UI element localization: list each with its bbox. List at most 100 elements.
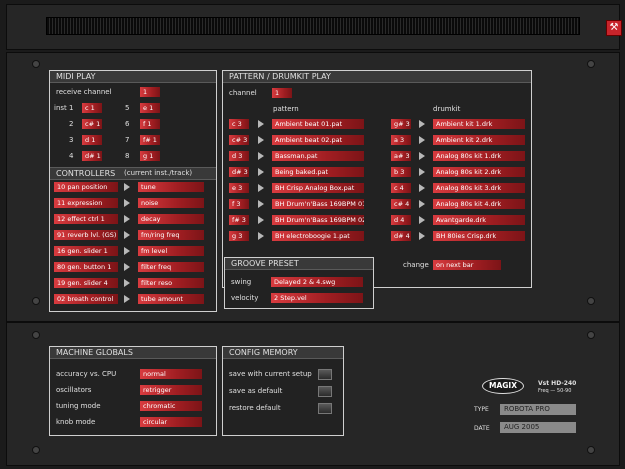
pattern-name[interactable]: BH Drum'n'Bass 169BPM 01 (272, 199, 364, 209)
restore-default-button[interactable] (318, 403, 332, 414)
play-icon[interactable] (419, 152, 425, 160)
arrow-right-icon (124, 215, 130, 223)
drumkit-name[interactable]: Analog 80s kit 1.drk (433, 151, 525, 161)
pattern-note[interactable]: e 3 (229, 183, 249, 193)
drumkit-header: drumkit (433, 105, 461, 113)
drumkit-name[interactable]: Ambient kit 2.drk (433, 135, 525, 145)
drumkit-name[interactable]: Ambient kit 1.drk (433, 119, 525, 129)
velocity-field[interactable]: 2 Step.vel (271, 293, 363, 303)
screw-icon (32, 331, 40, 339)
controller-source[interactable]: 16 gen. slider 1 (54, 246, 118, 256)
drumkit-note[interactable]: d# 4 (391, 231, 411, 241)
pattern-name[interactable]: BH Crisp Analog Box.pat (272, 183, 364, 193)
inst-note-field[interactable]: e 1 (140, 103, 160, 113)
play-icon[interactable] (258, 200, 264, 208)
drumkit-note[interactable]: b 3 (391, 167, 411, 177)
controller-target[interactable]: filter reso (138, 278, 204, 288)
controller-source[interactable]: 19 gen. slider 4 (54, 278, 118, 288)
play-icon[interactable] (258, 136, 264, 144)
drumkit-name[interactable]: Analog 80s kit 2.drk (433, 167, 525, 177)
drumkit-name[interactable]: Avantgarde.drk (433, 215, 525, 225)
swing-field[interactable]: Delayed 2 & 4.swg (271, 277, 363, 287)
drumkit-note[interactable]: c# 4 (391, 199, 411, 209)
controller-source[interactable]: 91 reverb lvl. (GS) (54, 230, 118, 240)
play-icon[interactable] (258, 184, 264, 192)
play-icon[interactable] (419, 136, 425, 144)
pattern-name[interactable]: Bassman.pat (272, 151, 364, 161)
save-current-button[interactable] (318, 369, 332, 380)
save-default-button[interactable] (318, 386, 332, 397)
machine-globals-panel: MACHINE GLOBALS accuracy vs. CPU normal … (49, 346, 217, 436)
controller-target[interactable]: tube amount (138, 294, 204, 304)
controller-target[interactable]: decay (138, 214, 204, 224)
inst-note-field[interactable]: d# 1 (82, 151, 102, 161)
drumkit-note[interactable]: g# 3 (391, 119, 411, 129)
inst-label: 7 (125, 136, 130, 144)
pattern-note[interactable]: d 3 (229, 151, 249, 161)
pattern-name[interactable]: BH electroboogie 1.pat (272, 231, 364, 241)
tuning-mode-label: tuning mode (56, 402, 101, 410)
machine-globals-title: MACHINE GLOBALS (50, 347, 216, 359)
channel-field[interactable]: 1 (272, 88, 292, 98)
play-icon[interactable] (258, 152, 264, 160)
pattern-note[interactable]: c 3 (229, 119, 249, 129)
drumkit-name[interactable]: Analog 80s kit 3.drk (433, 183, 525, 193)
play-icon[interactable] (419, 232, 425, 240)
pattern-note[interactable]: f# 3 (229, 215, 249, 225)
knob-mode-field[interactable]: circular (140, 417, 202, 427)
controller-target[interactable]: fm level (138, 246, 204, 256)
play-icon[interactable] (258, 168, 264, 176)
controller-target[interactable]: tune (138, 182, 204, 192)
pattern-note[interactable]: f 3 (229, 199, 249, 209)
play-icon[interactable] (419, 168, 425, 176)
receive-channel-field[interactable]: 1 (140, 87, 160, 97)
controller-source[interactable]: 80 gen. button 1 (54, 262, 118, 272)
pattern-name[interactable]: Ambient beat 01.pat (272, 119, 364, 129)
play-icon[interactable] (258, 216, 264, 224)
wrench-icon[interactable]: ⚒ (606, 20, 622, 36)
inst-note-field[interactable]: d 1 (82, 135, 102, 145)
pattern-note[interactable]: d# 3 (229, 167, 249, 177)
play-icon[interactable] (419, 200, 425, 208)
inst-label: 3 (69, 136, 74, 144)
product-badge: MAGIX Vst HD-240 Freq — 50-90 TYPE ROBOT… (474, 376, 580, 440)
pattern-note[interactable]: g 3 (229, 231, 249, 241)
play-icon[interactable] (419, 184, 425, 192)
inst-note-field[interactable]: c 1 (82, 103, 102, 113)
pattern-note[interactable]: c# 3 (229, 135, 249, 145)
change-field[interactable]: on next bar (433, 260, 501, 270)
pattern-name[interactable]: Being baked.pat (272, 167, 364, 177)
inst-note-field[interactable]: f# 1 (140, 135, 160, 145)
drumkit-note[interactable]: a 3 (391, 135, 411, 145)
play-icon[interactable] (419, 120, 425, 128)
controller-source[interactable]: 10 pan position (54, 182, 118, 192)
controller-source[interactable]: 11 expression (54, 198, 118, 208)
drumkit-note[interactable]: d 4 (391, 215, 411, 225)
inst-note-field[interactable]: f 1 (140, 119, 160, 129)
velocity-label: velocity (231, 294, 259, 302)
tuning-mode-field[interactable]: chromatic (140, 401, 202, 411)
inst-note-field[interactable]: c# 1 (82, 119, 102, 129)
play-icon[interactable] (419, 216, 425, 224)
play-icon[interactable] (258, 120, 264, 128)
pattern-drumkit-title: PATTERN / DRUMKIT PLAY (223, 71, 531, 83)
drumkit-name[interactable]: Analog 80s kit 4.drk (433, 199, 525, 209)
drumkit-note[interactable]: c 4 (391, 183, 411, 193)
controller-target[interactable]: fm/ring freq (138, 230, 204, 240)
controller-target[interactable]: filter freq (138, 262, 204, 272)
controller-target[interactable]: noise (138, 198, 204, 208)
date-label: DATE (474, 425, 490, 432)
drumkit-name[interactable]: BH 80ies Crisp.drk (433, 231, 525, 241)
controller-source[interactable]: 02 breath control (54, 294, 118, 304)
pattern-name[interactable]: Ambient beat 02.pat (272, 135, 364, 145)
inst-note-field[interactable]: g 1 (140, 151, 160, 161)
knob-mode-label: knob mode (56, 418, 96, 426)
screw-icon (32, 297, 40, 305)
drumkit-note[interactable]: a# 3 (391, 151, 411, 161)
oscillators-field[interactable]: retrigger (140, 385, 202, 395)
controller-source[interactable]: 12 effect ctrl 1 (54, 214, 118, 224)
controllers-subtitle: (current inst./track) (124, 169, 193, 177)
play-icon[interactable] (258, 232, 264, 240)
pattern-name[interactable]: BH Drum'n'Bass 169BPM 02 (272, 215, 364, 225)
accuracy-field[interactable]: normal (140, 369, 202, 379)
